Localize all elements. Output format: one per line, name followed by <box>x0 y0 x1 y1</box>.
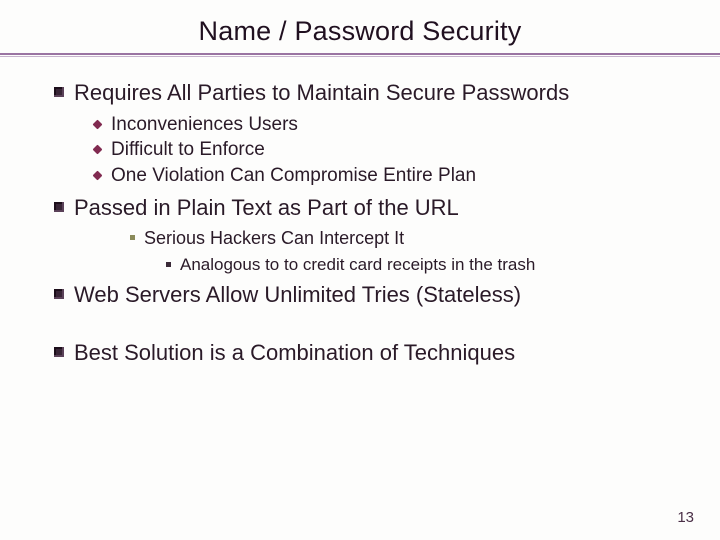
bullet-icon <box>54 289 64 299</box>
list-item: Inconveniences Users <box>94 113 720 137</box>
list-item-text: Inconveniences Users <box>111 113 298 137</box>
list-item-text: Serious Hackers Can Intercept It <box>144 227 404 250</box>
bullet-icon <box>54 202 64 212</box>
sub-list: Serious Hackers Can Intercept It <box>130 227 720 250</box>
list-item: One Violation Can Compromise Entire Plan <box>94 164 720 188</box>
list-item: Web Servers Allow Unlimited Tries (State… <box>54 281 720 309</box>
list-item-text: Web Servers Allow Unlimited Tries (State… <box>74 281 521 309</box>
bullet-icon <box>93 145 103 155</box>
list-item: Serious Hackers Can Intercept It <box>130 227 720 250</box>
list-item-text: One Violation Can Compromise Entire Plan <box>111 164 476 188</box>
bullet-icon <box>93 171 103 181</box>
bullet-icon <box>166 262 171 267</box>
list-item-text: Difficult to Enforce <box>111 138 265 162</box>
bullet-icon <box>130 235 135 240</box>
slide-title: Name / Password Security <box>0 0 720 53</box>
sub-list: Analogous to to credit card receipts in … <box>166 254 720 275</box>
list-item: Difficult to Enforce <box>94 138 720 162</box>
list-item-text: Passed in Plain Text as Part of the URL <box>74 194 459 222</box>
list-item-text: Analogous to to credit card receipts in … <box>180 254 535 275</box>
sub-list: Inconveniences Users Difficult to Enforc… <box>94 113 720 188</box>
list-item: Analogous to to credit card receipts in … <box>166 254 720 275</box>
bullet-icon <box>54 87 64 97</box>
list-item-text: Requires All Parties to Maintain Secure … <box>74 79 569 107</box>
bullet-icon <box>54 347 64 357</box>
bullet-icon <box>93 119 103 129</box>
page-number: 13 <box>677 509 694 526</box>
slide-content: Requires All Parties to Maintain Secure … <box>0 69 720 366</box>
list-item-text: Best Solution is a Combination of Techni… <box>74 339 515 367</box>
list-item: Passed in Plain Text as Part of the URL <box>54 194 720 222</box>
list-item: Requires All Parties to Maintain Secure … <box>54 79 720 107</box>
title-divider <box>0 53 720 63</box>
list-item: Best Solution is a Combination of Techni… <box>54 339 720 367</box>
slide: Name / Password Security Requires All Pa… <box>0 0 720 540</box>
spacer <box>54 315 720 333</box>
